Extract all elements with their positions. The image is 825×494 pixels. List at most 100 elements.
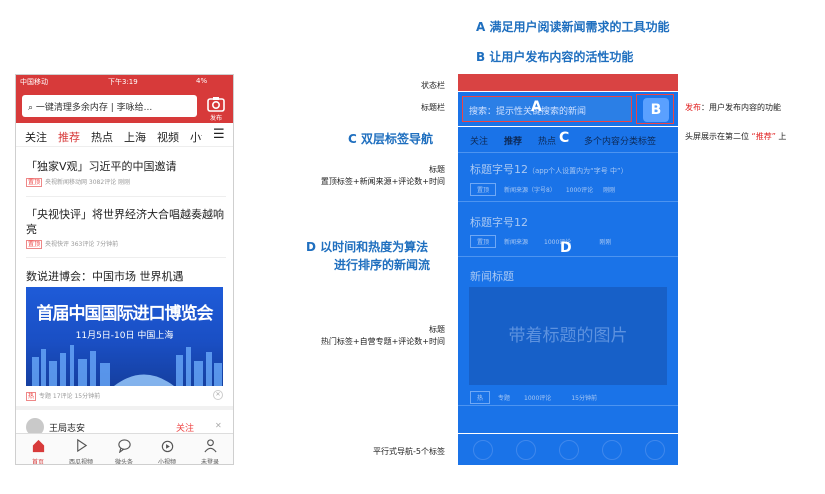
- label-tabs-post: 上: [775, 132, 787, 141]
- divider: [458, 405, 678, 406]
- news-item-meta: 置顶 央视新闻移动网 3082评论 刚刚: [26, 177, 130, 187]
- wf-nav-slot[interactable]: [516, 440, 536, 460]
- nav-microhead[interactable]: 微头条: [104, 438, 144, 465]
- home-icon: [32, 439, 44, 453]
- news-meta-text: 央视新闻移动网 3082评论 刚刚: [45, 179, 131, 186]
- nav-label: 首页: [31, 459, 44, 465]
- news-item-title[interactable]: 「独家V观」习近平的中国邀请: [26, 159, 226, 174]
- wf-pin-tag: 置顶: [470, 235, 497, 248]
- divider: [26, 196, 226, 197]
- wf-image-placeholder[interactable]: 带着标题的图片: [469, 287, 667, 385]
- nav-label: 小视频: [157, 459, 176, 465]
- wireframe-bottom-nav: [458, 433, 678, 465]
- banner-subline: 11月5日-10日 中国上海: [75, 331, 174, 341]
- wf-time: 刚刚: [599, 239, 612, 246]
- phone-search-box[interactable]: ⌕ 一键清理多余内存 | 李咏给...: [22, 95, 197, 117]
- phone-tab-bar: 关注 推荐 热点 上海 视频 小说 ☰: [16, 123, 233, 147]
- wf-source: 新闻来源（字号8）: [504, 187, 556, 194]
- tab-video[interactable]: 视频: [157, 129, 179, 145]
- nav-smallvideo[interactable]: 小视频: [147, 438, 187, 465]
- banner-headline: 首届中国国际进口博览会: [36, 304, 214, 324]
- tab-novel[interactable]: 小说: [190, 129, 202, 145]
- nav-label: 微头条: [114, 459, 133, 465]
- label-title-bar: 标题栏: [421, 103, 445, 112]
- label-news3-meta: 热门标签+自营专题+评论数+时间: [320, 337, 445, 346]
- wf-item-meta: 置顶 新闻来源（字号8） 1000评论 刚刚: [470, 183, 615, 196]
- wf-nav-slot[interactable]: [559, 440, 579, 460]
- phone-status-bar: 中国移动 下午3:19 4%: [16, 75, 233, 89]
- wf-item-meta: 置顶 新闻来源 1000评论 刚刚: [470, 235, 611, 248]
- region-letter-c: C: [559, 130, 570, 146]
- wf-item-note: （app个人设置内为“字号 中”）: [528, 167, 628, 175]
- wf-tab-categories[interactable]: 多个内容分类标签: [584, 134, 656, 147]
- wf-tab-recommend[interactable]: 推荐: [504, 134, 522, 147]
- news-item-meta: 热专题 17评论 15分钟前: [26, 391, 100, 401]
- heading-c: C 双层标签导航: [348, 132, 433, 146]
- heading-d-line2: 进行排序的新闻流: [334, 258, 431, 272]
- label-status-bar: 状态栏: [421, 81, 445, 90]
- news-meta-text: 专题 17评论 15分钟前: [39, 393, 101, 400]
- wf-topic: 专题: [498, 395, 511, 402]
- divider: [16, 406, 233, 410]
- wireframe-tab-bar: 关注 推荐 热点 C 多个内容分类标签: [458, 127, 678, 152]
- wireframe-mockup: 搜索：提示性关键搜索的新闻 A B 关注 推荐 热点 C 多个内容分类标签 标题…: [458, 74, 678, 465]
- wf-tab-hot[interactable]: 热点: [538, 134, 556, 147]
- tab-shanghai[interactable]: 上海: [124, 129, 146, 145]
- wf-item-title: 标题字号12: [470, 216, 528, 229]
- tab-recommend[interactable]: 推荐: [58, 129, 80, 145]
- nav-login[interactable]: 未登录: [190, 438, 230, 465]
- dismiss-icon[interactable]: ✕: [213, 390, 223, 400]
- hot-tag: 热: [26, 392, 37, 401]
- search-icon: ⌕: [28, 103, 34, 113]
- wf-source: 新闻来源: [504, 239, 529, 246]
- menu-icon[interactable]: ☰: [213, 127, 225, 142]
- news-meta-text: 央视快评 363评论 7分钟前: [45, 241, 119, 248]
- heading-b: B 让用户发布内容的活性功能: [476, 50, 634, 64]
- carrier-text: 中国移动: [20, 78, 48, 86]
- wf-item-title: 标题字号12（app个人设置内为“字号 中”）: [470, 161, 628, 177]
- nav-label: 未登录: [200, 459, 219, 465]
- label-news3-title: 标题: [429, 325, 445, 334]
- tab-hot[interactable]: 热点: [91, 129, 113, 145]
- wireframe-news-item[interactable]: 标题字号12（app个人设置内为“字号 中”） 置顶 新闻来源（字号8） 1000评…: [458, 152, 678, 202]
- phone-screenshot: 中国移动 下午3:19 4% ⌕ 一键清理多余内存 | 李咏给... 发布 关注…: [15, 74, 234, 465]
- user-icon: [203, 439, 217, 453]
- region-letter-b: B: [643, 98, 669, 122]
- wireframe-search-box[interactable]: 搜索：提示性关键搜索的新闻: [462, 96, 632, 122]
- heading-a: A 满足用户阅读新闻需求的工具功能: [476, 20, 670, 34]
- battery-text: 4%: [196, 77, 208, 85]
- wf-news-title: 新闻标题: [470, 270, 514, 283]
- publish-label: 发布: [209, 115, 222, 122]
- news-item-title[interactable]: 「央视快评」将世界经济大合唱越奏越响亮: [26, 207, 226, 237]
- label-news1-meta: 置顶标签+新闻来源+评论数+时间: [320, 177, 445, 186]
- divider: [26, 257, 226, 258]
- nav-video[interactable]: 西瓜视频: [61, 438, 101, 464]
- wf-item-meta: 热专题 1000评论 15分钟前: [470, 391, 597, 404]
- wf-time: 刚刚: [603, 187, 616, 194]
- chat-bubble-icon: [117, 439, 131, 454]
- clock-text: 下午3:19: [108, 78, 138, 86]
- phone-search-text: 一键清理多余内存 | 李咏给...: [35, 103, 153, 113]
- wf-tab-follow[interactable]: 关注: [470, 134, 488, 147]
- news-banner-image[interactable]: 首届中国国际进口博览会 11月5日-10日 中国上海: [26, 287, 223, 386]
- nav-home[interactable]: 首页: [18, 438, 58, 465]
- wf-comments: 1000评论: [565, 187, 594, 194]
- news-item-title[interactable]: 数说进博会：中国市场 世界机遇: [26, 269, 226, 284]
- wf-nav-slot[interactable]: [602, 440, 622, 460]
- wf-nav-slot[interactable]: [645, 440, 665, 460]
- wireframe-status-bar: [458, 74, 678, 91]
- wf-time: 15分钟前: [571, 395, 597, 402]
- pin-tag: 置顶: [26, 178, 43, 187]
- wf-nav-slot[interactable]: [473, 440, 493, 460]
- close-icon[interactable]: ✕: [215, 421, 222, 430]
- tab-follow[interactable]: 关注: [25, 129, 47, 145]
- label-tabs-note: 头屏展示在第二位 “推荐” 上: [685, 131, 786, 142]
- wf-hot-tag: 热: [470, 391, 491, 404]
- label-publish: 发布：用户发布内容的功能: [685, 102, 781, 113]
- wireframe-publish-button[interactable]: B: [636, 94, 674, 124]
- region-letter-a: A: [531, 99, 542, 115]
- city-skyline-graphic: [32, 345, 222, 386]
- label-news1-title: 标题: [429, 165, 445, 174]
- clip-icon: [161, 440, 173, 453]
- label-bottom-nav: 平行式导航-5个标签: [373, 447, 445, 456]
